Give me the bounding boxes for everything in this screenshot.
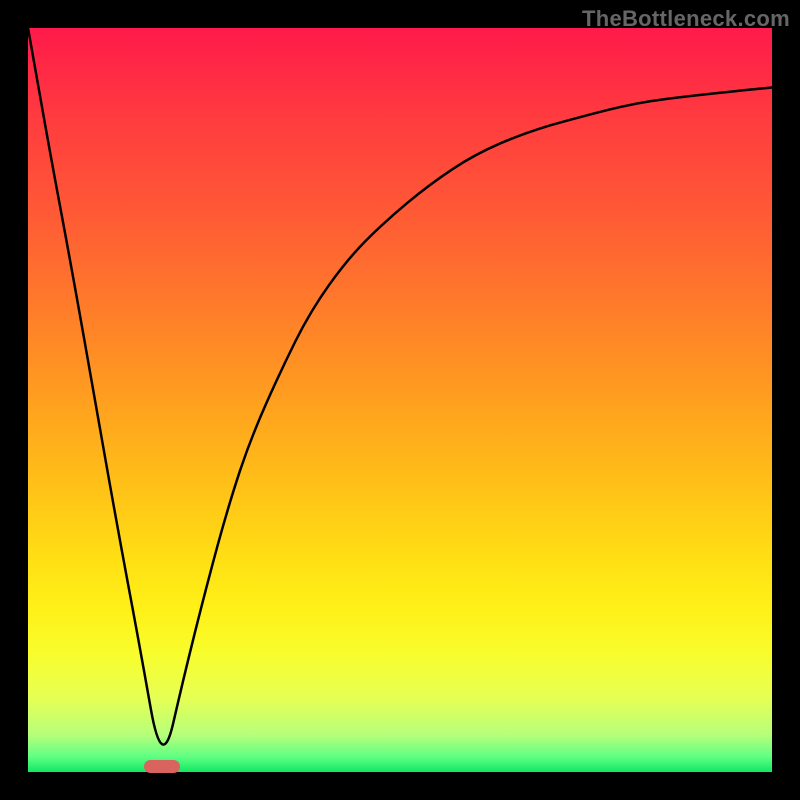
minimum-marker bbox=[144, 760, 180, 773]
chart-frame: TheBottleneck.com bbox=[0, 0, 800, 800]
bottleneck-curve bbox=[28, 28, 772, 745]
curve-svg bbox=[28, 28, 772, 772]
